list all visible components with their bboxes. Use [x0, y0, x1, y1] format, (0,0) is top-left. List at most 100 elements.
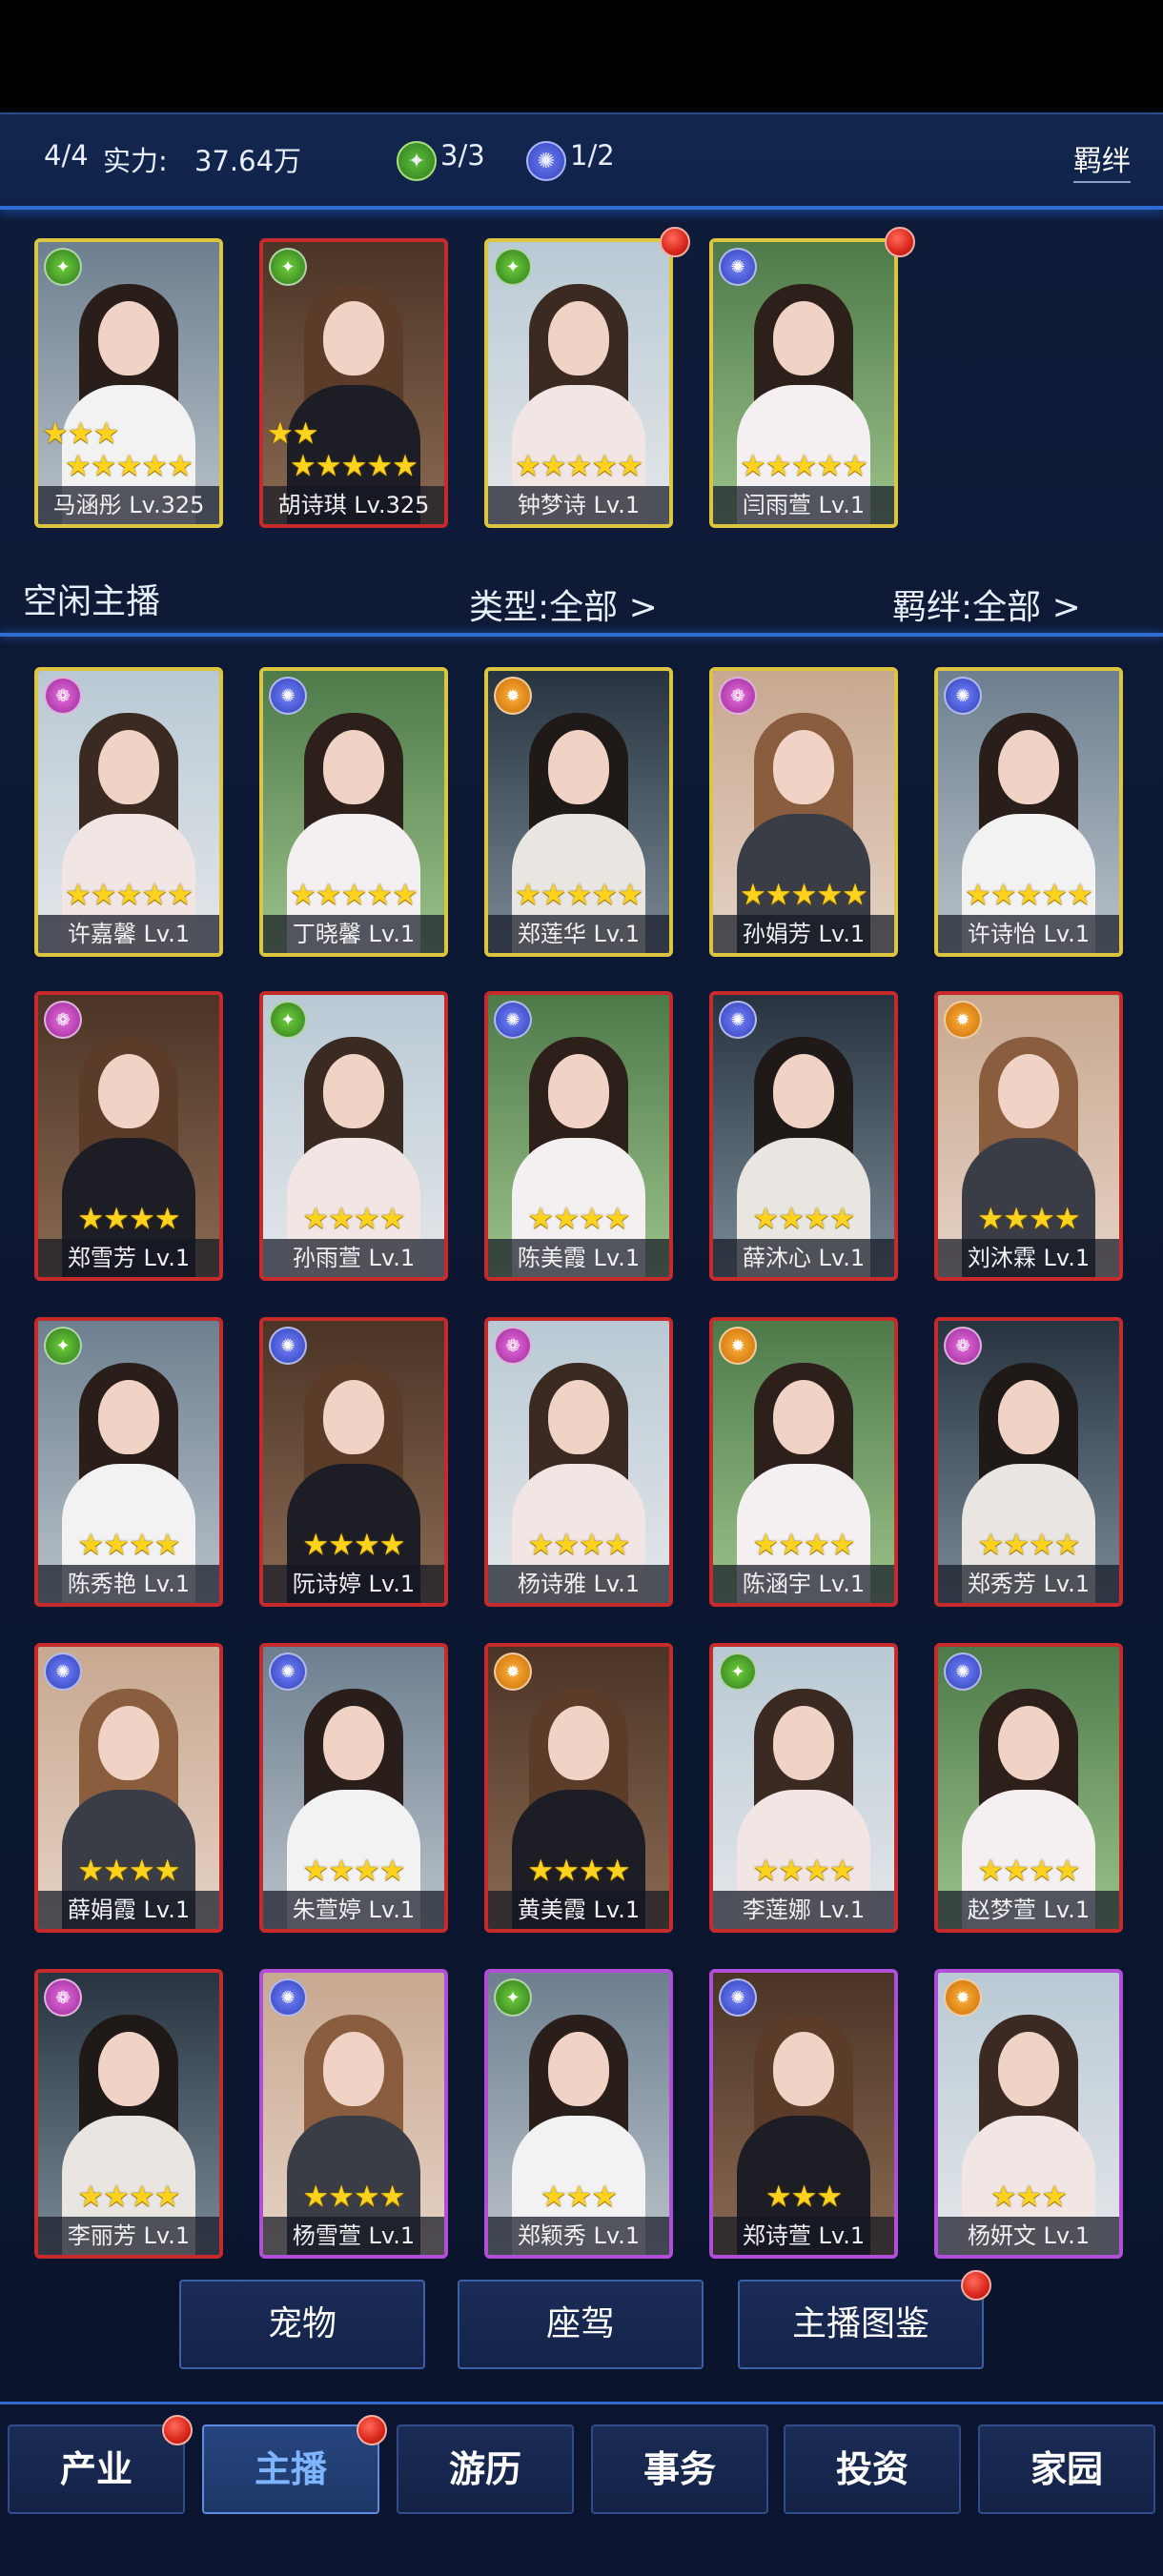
anchor-name-level: 郑莲华 Lv.1 [488, 915, 669, 953]
anchor-card[interactable]: ✦ ★★ ★★★★★ 胡诗琪 Lv.325 [259, 238, 448, 528]
orange-element-icon: ✹ [944, 1001, 982, 1039]
green-resource-value: 3/3 [440, 139, 485, 172]
nav-affairs[interactable]: 事务 [591, 2424, 768, 2514]
pink-element-icon: ❁ [719, 677, 757, 715]
portrait-face [773, 301, 834, 375]
nav-travel[interactable]: 游历 [397, 2424, 574, 2514]
star-rating: ★★★★ [302, 1854, 405, 1888]
anchor-name-level: 马涵彤 Lv.325 [38, 486, 219, 524]
anchor-card[interactable]: ✦ ★★★★ 孙雨萱 Lv.1 [259, 991, 448, 1281]
green-element-icon: ✦ [44, 1327, 82, 1365]
green-element-icon: ✦ [719, 1653, 757, 1691]
anchor-card[interactable]: ✦ ★★★ 郑颖秀 Lv.1 [484, 1969, 673, 2259]
portrait-face [548, 1054, 609, 1128]
portrait-face [98, 730, 159, 804]
star-rating: ★★★★★ [65, 449, 194, 483]
green-element-icon: ✦ [494, 1978, 532, 2017]
anchor-card[interactable]: ✹ ★★★ 杨妍文 Lv.1 [934, 1969, 1123, 2259]
anchor-card[interactable]: ✺ ★★★★ 薛沐心 Lv.1 [709, 991, 898, 1281]
anchor-card[interactable]: ✺ ★★★★ 阮诗婷 Lv.1 [259, 1317, 448, 1607]
green-element-icon: ✦ [269, 248, 307, 286]
anchor-card[interactable]: ✺ ★★★★★ 闫雨萱 Lv.1 [709, 238, 898, 528]
anchor-card[interactable]: ✺ ★★★★ 薛娟霞 Lv.1 [34, 1643, 223, 1933]
anchor-card[interactable]: ✹ ★★★★ 黄美霞 Lv.1 [484, 1643, 673, 1933]
pink-element-icon: ❁ [44, 677, 82, 715]
nav-home[interactable]: 家园 [978, 2424, 1155, 2514]
anchor-card[interactable]: ❁ ★★★★ 郑雪芳 Lv.1 [34, 991, 223, 1281]
anchor-card[interactable]: ✦ ★★★★ 李莲娜 Lv.1 [709, 1643, 898, 1933]
portrait-face [323, 1706, 384, 1780]
star-rating: ★★★★★ [740, 878, 868, 912]
star-rating: ★★★★ [752, 1202, 855, 1236]
anchor-name-level: 丁晓馨 Lv.1 [263, 915, 444, 953]
anchor-card[interactable]: ❁ ★★★★★ 孙娟芳 Lv.1 [709, 667, 898, 957]
card-notification-dot [885, 227, 915, 257]
anchor-card[interactable]: ❁ ★★★★ 杨诗雅 Lv.1 [484, 1317, 673, 1607]
anchor-card[interactable]: ✺ ★★★★★ 许诗怡 Lv.1 [934, 667, 1123, 957]
portrait-face [548, 1706, 609, 1780]
anchor-name-level: 钟梦诗 Lv.1 [488, 486, 669, 524]
green-element-icon: ✦ [397, 141, 437, 181]
pink-element-icon: ❁ [944, 1327, 982, 1365]
anchor-card[interactable]: ✺ ★★★★ 杨雪萱 Lv.1 [259, 1969, 448, 2259]
anchor-name-level: 闫雨萱 Lv.1 [713, 486, 894, 524]
blue-element-icon: ✺ [526, 141, 566, 181]
portrait-face [323, 301, 384, 375]
portrait-face [98, 1706, 159, 1780]
car-button[interactable]: 座驾 [458, 2280, 704, 2369]
pet-button[interactable]: 宠物 [179, 2280, 425, 2369]
portrait-face [323, 2032, 384, 2106]
anchor-card[interactable]: ❁ ★★★★★ 许嘉馨 Lv.1 [34, 667, 223, 957]
portrait-face [998, 1054, 1059, 1128]
green-element-icon: ✦ [44, 248, 82, 286]
star-rating-top: ★★★ [42, 416, 119, 451]
anchor-name-level: 孙娟芳 Lv.1 [713, 915, 894, 953]
anchor-card[interactable]: ✺ ★★★★★ 丁晓馨 Lv.1 [259, 667, 448, 957]
nav-invest[interactable]: 投资 [784, 2424, 961, 2514]
blue-element-icon: ✺ [944, 677, 982, 715]
star-rating: ★★★★★ [515, 878, 643, 912]
portrait-face [323, 730, 384, 804]
star-rating: ★★★★★ [515, 449, 643, 483]
orange-element-icon: ✹ [719, 1327, 757, 1365]
anchor-card[interactable]: ✺ ★★★ 郑诗萱 Lv.1 [709, 1969, 898, 2259]
anchor-card[interactable]: ✹ ★★★★★ 郑莲华 Lv.1 [484, 667, 673, 957]
anchor-card[interactable]: ✺ ★★★★ 赵梦萱 Lv.1 [934, 1643, 1123, 1933]
portrait-face [773, 2032, 834, 2106]
anchor-card[interactable]: ✺ ★★★★ 朱萱婷 Lv.1 [259, 1643, 448, 1933]
anchor-card[interactable]: ✦ ★★★★★ 钟梦诗 Lv.1 [484, 238, 673, 528]
anchor-name-level: 孙雨萱 Lv.1 [263, 1239, 444, 1277]
anchor-name-level: 李莲娜 Lv.1 [713, 1891, 894, 1929]
blue-element-icon: ✺ [44, 1653, 82, 1691]
anchor-name-level: 杨雪萱 Lv.1 [263, 2217, 444, 2255]
star-rating: ★★★★ [77, 1854, 180, 1888]
section-divider [0, 633, 1163, 637]
anchor-card[interactable]: ❁ ★★★★ 李丽芳 Lv.1 [34, 1969, 223, 2259]
portrait-face [773, 1380, 834, 1454]
anchor-card[interactable]: ✹ ★★★★ 刘沐霖 Lv.1 [934, 991, 1123, 1281]
bond-button[interactable]: 羁绊 [1073, 137, 1131, 183]
star-rating: ★★★★ [752, 1854, 855, 1888]
anchor-card[interactable]: ✦ ★★★★ 陈秀艳 Lv.1 [34, 1317, 223, 1607]
portrait-face [773, 1706, 834, 1780]
album-button[interactable]: 主播图鉴 [738, 2280, 984, 2369]
anchor-name-level: 阮诗婷 Lv.1 [263, 1565, 444, 1603]
star-rating: ★★★★★ [965, 878, 1093, 912]
star-rating: ★★★★ [77, 1202, 180, 1236]
anchor-card[interactable]: ✺ ★★★★ 陈美霞 Lv.1 [484, 991, 673, 1281]
orange-element-icon: ✹ [494, 677, 532, 715]
type-filter[interactable]: 类型:全部 > [469, 579, 658, 629]
anchor-card[interactable]: ✦ ★★★ ★★★★★ 马涵彤 Lv.325 [34, 238, 223, 528]
blue-element-icon: ✺ [269, 1327, 307, 1365]
portrait-face [98, 1054, 159, 1128]
portrait-face [998, 1706, 1059, 1780]
nav-anchor[interactable]: 主播 [202, 2424, 379, 2514]
anchor-card[interactable]: ✹ ★★★★ 陈涵宇 Lv.1 [709, 1317, 898, 1607]
star-rating-top: ★★ [267, 416, 319, 451]
bond-filter[interactable]: 羁绊:全部 > [892, 579, 1081, 629]
portrait-face [998, 1380, 1059, 1454]
anchor-name-level: 赵梦萱 Lv.1 [938, 1891, 1119, 1929]
nav-industry[interactable]: 产业 [8, 2424, 185, 2514]
anchor-card[interactable]: ❁ ★★★★ 郑秀芳 Lv.1 [934, 1317, 1123, 1607]
orange-element-icon: ✹ [494, 1653, 532, 1691]
